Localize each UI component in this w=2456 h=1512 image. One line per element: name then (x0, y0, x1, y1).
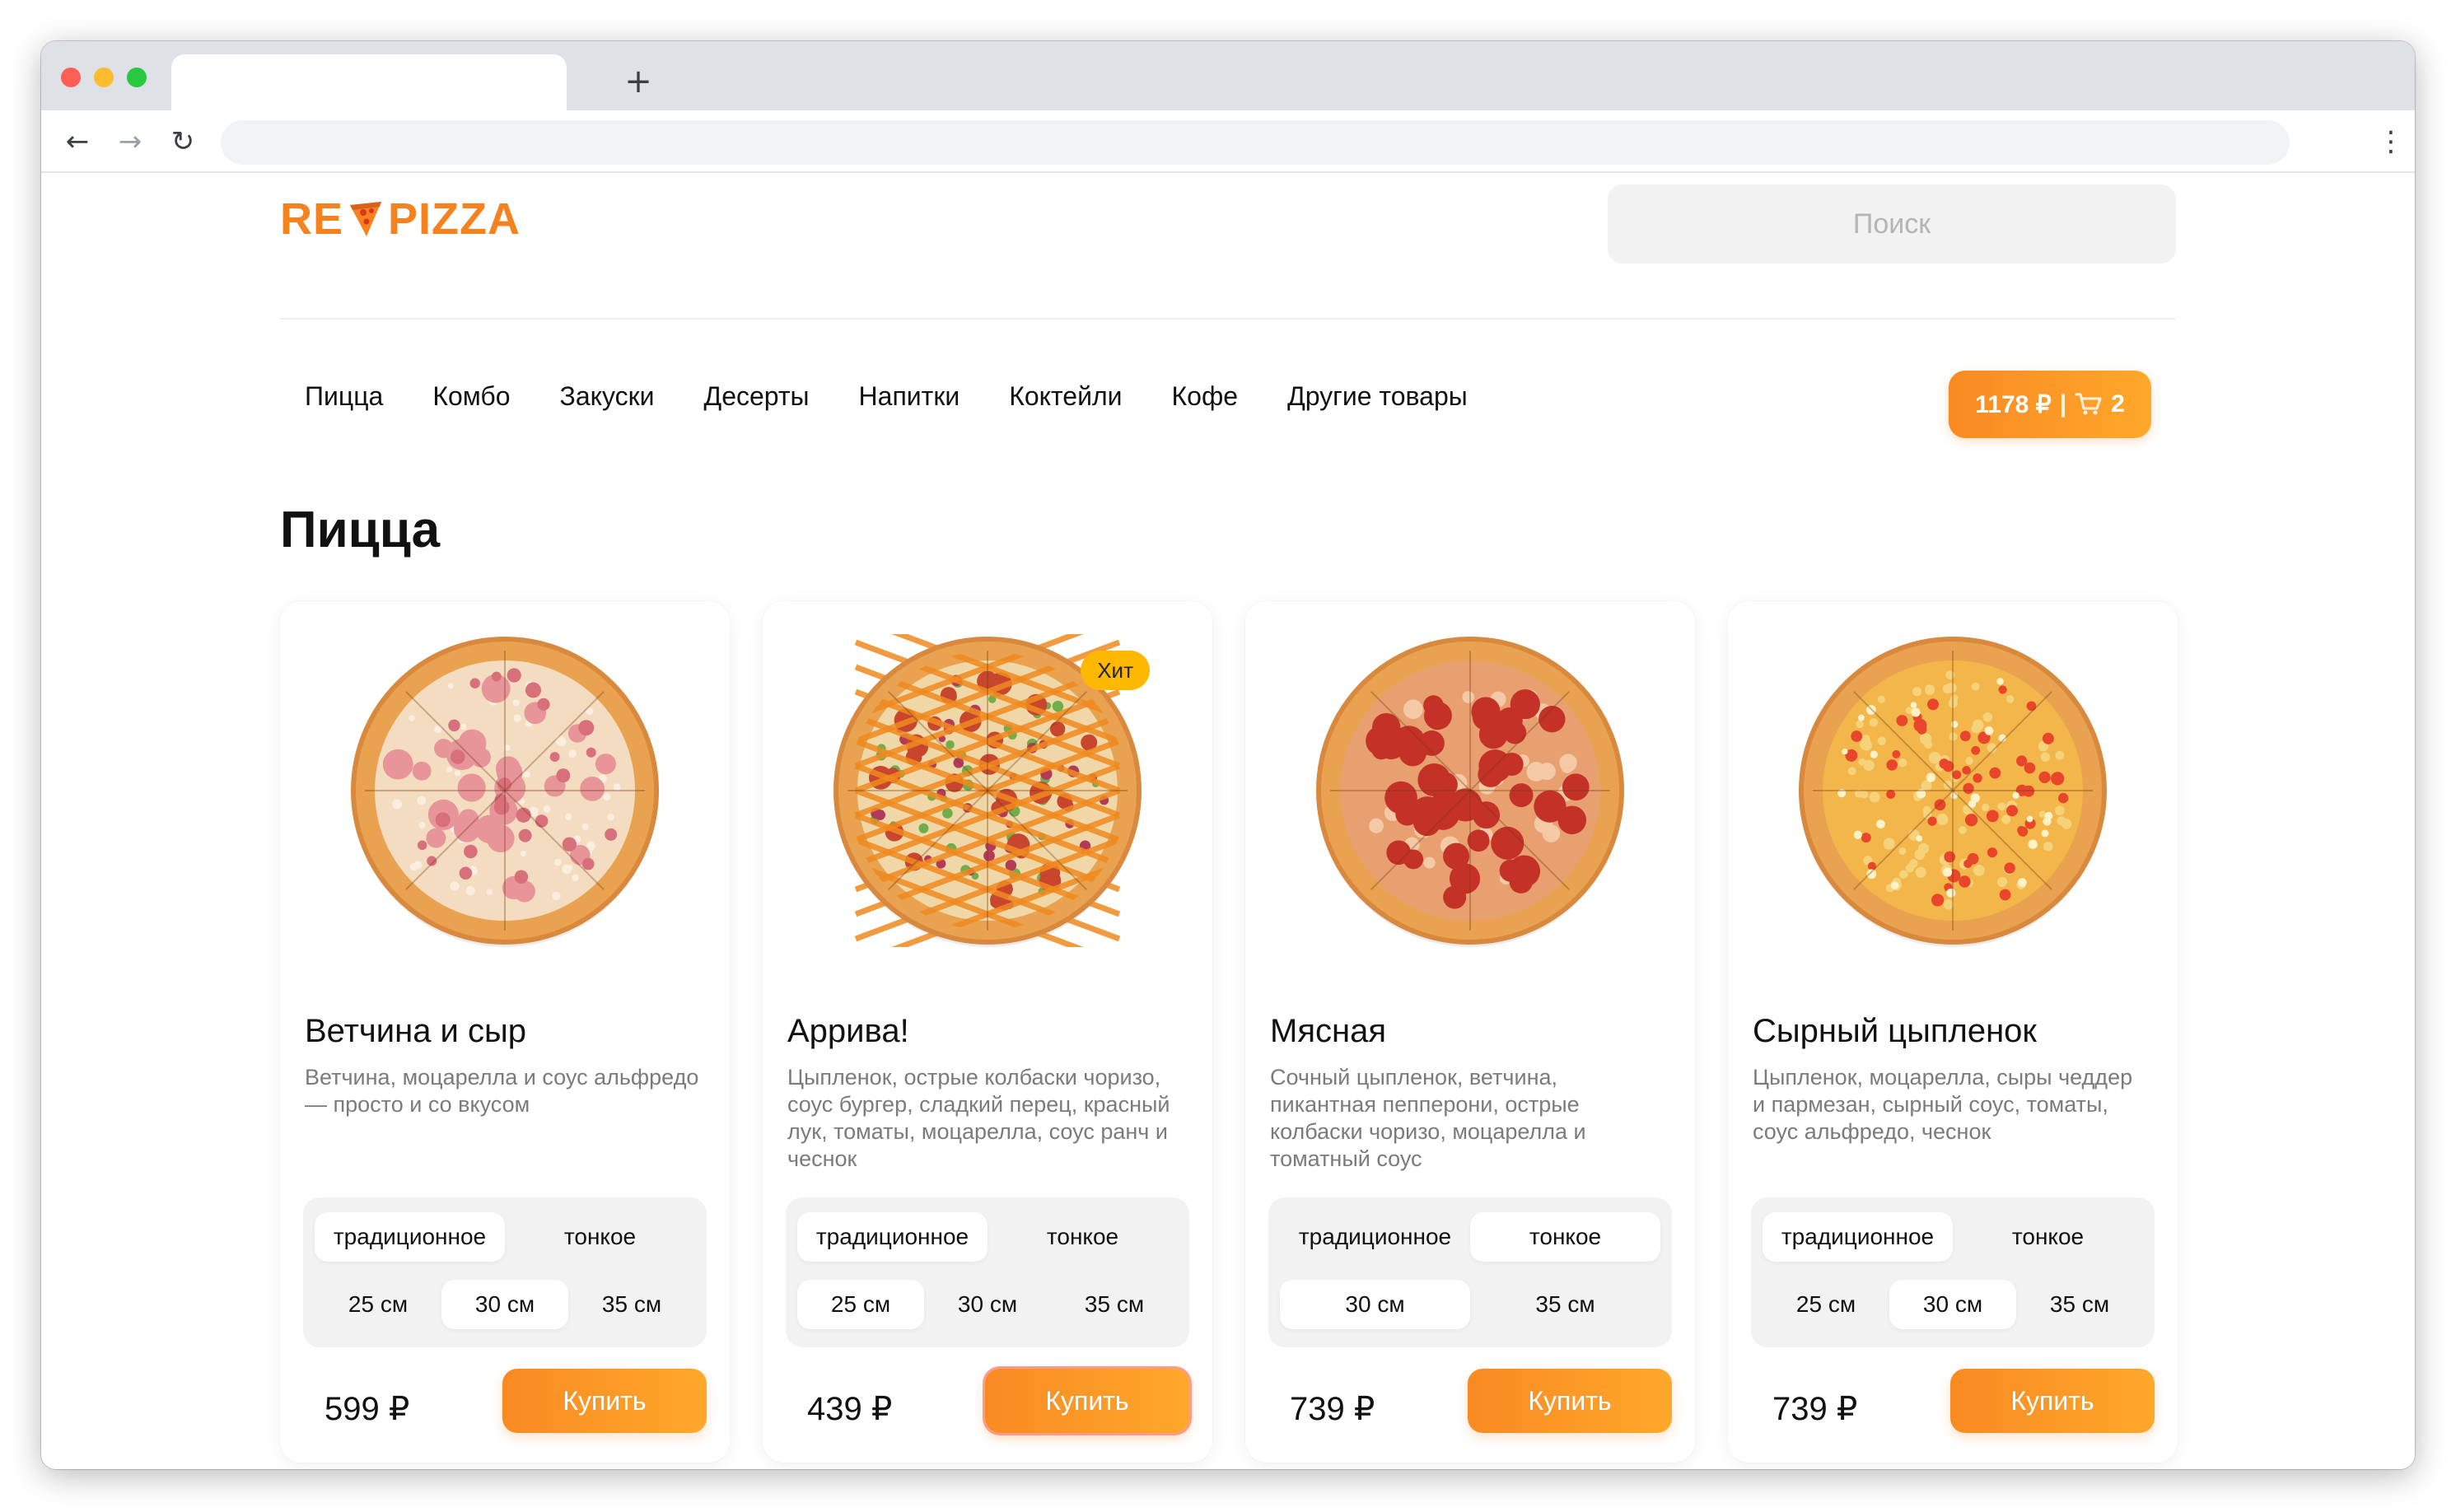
product-price: 739 ₽ (1290, 1391, 1375, 1427)
buy-button[interactable]: Купить (502, 1369, 707, 1433)
reload-icon[interactable]: ↻ (163, 122, 203, 161)
product-price: 599 ₽ (325, 1391, 410, 1427)
browser-tab-active[interactable] (171, 54, 567, 110)
category-pizza[interactable]: Пицца (280, 368, 408, 425)
dough-option-traditional[interactable]: традиционное (797, 1212, 988, 1262)
dough-option-thin[interactable]: тонкое (1470, 1212, 1660, 1262)
cart-button[interactable]: 1178 ₽ | 2 (1949, 371, 2151, 438)
tab-strip: + (41, 41, 2415, 110)
dough-option-thin[interactable]: тонкое (1953, 1212, 2143, 1262)
plus-icon[interactable]: + (618, 61, 659, 102)
size-option-30[interactable]: 30 см (441, 1280, 568, 1329)
section-title: Пицца (280, 502, 441, 558)
product-description: Ветчина, моцарелла и соус альфредо — про… (305, 1065, 699, 1117)
dough-selector: традиционное тонкое (1280, 1212, 1660, 1262)
dough-option-thin[interactable]: тонкое (988, 1212, 1178, 1262)
pizza-graphic (1799, 637, 2107, 947)
size-selector: 25 см 30 см 35 см (1763, 1280, 2143, 1329)
product-description: Цыпленок, моцарелла, сыры чеддер и парме… (1753, 1065, 2133, 1144)
size-selector: 30 см 35 см (1280, 1280, 1660, 1329)
size-option-30[interactable]: 30 см (1280, 1280, 1470, 1329)
forward-arrow-icon[interactable]: → (110, 122, 150, 161)
category-snacks[interactable]: Закуски (535, 368, 679, 425)
options-panel: традиционное тонкое 25 см 30 см 35 см (1751, 1197, 2155, 1347)
minimize-window-button[interactable] (94, 68, 114, 87)
size-option-25[interactable]: 25 см (315, 1280, 441, 1329)
product-name: Аррива! (787, 1013, 909, 1049)
buy-button[interactable]: Купить (1468, 1369, 1672, 1433)
category-drinks[interactable]: Напитки (834, 368, 985, 425)
pizza-graphic (1316, 637, 1624, 947)
logo-text-left: RE (280, 194, 344, 244)
dough-selector: традиционное тонкое (315, 1212, 695, 1262)
hit-badge: Хит (1081, 651, 1150, 690)
product-name: Сырный цыпленок (1753, 1013, 2037, 1049)
size-option-30[interactable]: 30 см (924, 1280, 1051, 1329)
size-selector: 25 см 30 см 35 см (797, 1280, 1178, 1329)
pizza-image[interactable] (1297, 618, 1643, 964)
category-nav: Пицца Комбо Закуски Десерты Напитки Кокт… (280, 367, 1492, 425)
product-description: Цыпленок, острые колбаски чоризо, соус б… (787, 1065, 1170, 1171)
product-card: Сырный цыпленок Цыпленок, моцарелла, сыр… (1728, 601, 2178, 1463)
dough-option-traditional[interactable]: традиционное (315, 1212, 505, 1262)
logo-text-right: PIZZA (388, 194, 521, 244)
browser-menu-icon[interactable]: ⋮ (2377, 122, 2405, 161)
options-panel: традиционное тонкое 25 см 30 см 35 см (303, 1197, 707, 1347)
size-option-25[interactable]: 25 см (1763, 1280, 1889, 1329)
header-divider (280, 318, 2176, 320)
product-grid: Ветчина и сыр Ветчина, моцарелла и соус … (280, 601, 2178, 1469)
dough-option-traditional[interactable]: традиционное (1280, 1212, 1470, 1262)
pizza-image[interactable] (1780, 618, 2126, 964)
product-price: 739 ₽ (1772, 1391, 1858, 1427)
product-description: Сочный цыпленок, ветчина, пикантная пепп… (1270, 1065, 1586, 1171)
maximize-window-button[interactable] (127, 68, 147, 87)
dough-selector: традиционное тонкое (1763, 1212, 2143, 1262)
pizza-slice-icon (350, 202, 382, 236)
product-card: Хит Аррива! Цыпленок, острые колбаски чо… (763, 601, 1212, 1463)
product-name: Мясная (1270, 1013, 1386, 1049)
product-price: 439 ₽ (807, 1391, 893, 1427)
product-card: Мясная Сочный цыпленок, ветчина, пикантн… (1245, 601, 1695, 1463)
size-option-35[interactable]: 35 см (1051, 1280, 1178, 1329)
buy-button[interactable]: Купить (985, 1369, 1189, 1433)
pizza-graphic (351, 637, 659, 947)
category-coffee[interactable]: Кофе (1147, 368, 1263, 425)
search-input[interactable] (1608, 184, 2176, 264)
close-window-button[interactable] (61, 68, 81, 87)
dough-option-thin[interactable]: тонкое (505, 1212, 695, 1262)
category-combo[interactable]: Комбо (408, 368, 535, 425)
product-card: Ветчина и сыр Ветчина, моцарелла и соус … (280, 601, 730, 1463)
size-option-35[interactable]: 35 см (2016, 1280, 2143, 1329)
size-option-30[interactable]: 30 см (1889, 1280, 2016, 1329)
category-desserts[interactable]: Десерты (679, 368, 834, 425)
dough-selector: традиционное тонкое (797, 1212, 1178, 1262)
options-panel: традиционное тонкое 30 см 35 см (1268, 1197, 1672, 1347)
site-logo[interactable]: RE PIZZA (280, 194, 521, 244)
cart-separator: | (2059, 390, 2067, 418)
browser-toolbar: ← → ↻ ⋮ (41, 110, 2415, 173)
product-name: Ветчина и сыр (305, 1013, 527, 1049)
cart-count: 2 (2111, 390, 2125, 418)
back-arrow-icon[interactable]: ← (58, 122, 97, 161)
pizza-image[interactable] (332, 618, 678, 964)
dough-option-traditional[interactable]: традиционное (1763, 1212, 1953, 1262)
browser-window: + ← → ↻ ⋮ RE PIZZA Пицца Комбо Закуски Д… (41, 41, 2415, 1469)
cart-total: 1178 ₽ (1975, 390, 2052, 418)
category-other[interactable]: Другие товары (1263, 368, 1492, 425)
buy-button[interactable]: Купить (1950, 1369, 2155, 1433)
address-bar[interactable] (221, 120, 2290, 165)
size-option-25[interactable]: 25 см (797, 1280, 924, 1329)
page-viewport: RE PIZZA Пицца Комбо Закуски Десерты Нап… (41, 173, 2415, 1469)
cart-icon (2075, 393, 2102, 415)
category-cocktails[interactable]: Коктейли (984, 368, 1146, 425)
options-panel: традиционное тонкое 25 см 30 см 35 см (786, 1197, 1189, 1347)
size-option-35[interactable]: 35 см (568, 1280, 695, 1329)
size-selector: 25 см 30 см 35 см (315, 1280, 695, 1329)
size-option-35[interactable]: 35 см (1470, 1280, 1660, 1329)
